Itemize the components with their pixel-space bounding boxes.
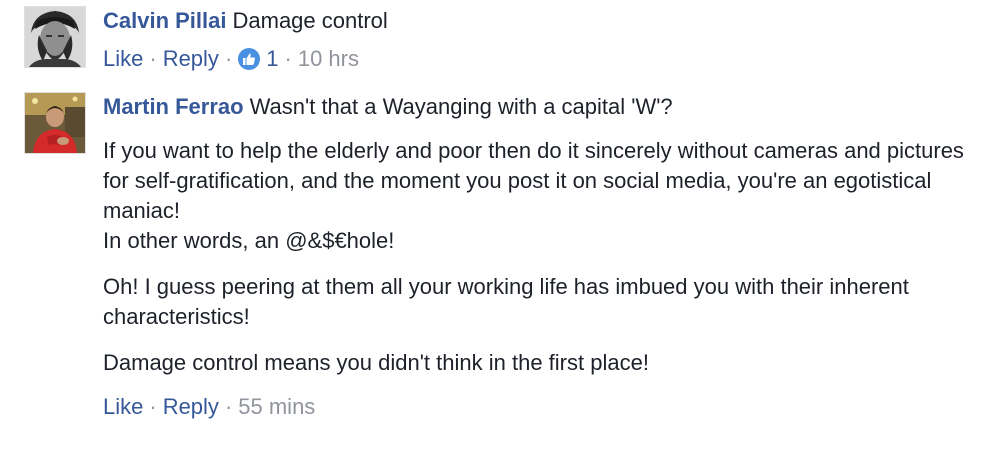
paragraph-text: If you want to help the elderly and poor… — [103, 138, 964, 223]
reaction-count-button[interactable]: 1 — [238, 44, 279, 74]
comment-paragraph: Damage control means you didn't think in… — [103, 350, 649, 375]
paragraph-text: In other words, an @&$€hole! — [103, 228, 395, 253]
avatar[interactable] — [24, 6, 86, 68]
comment-text: Wasn't that a Wayanging with a capital '… — [249, 94, 673, 119]
reaction-count: 1 — [266, 46, 279, 71]
comment-actions: Like · Reply · 1 · 10 hrs — [103, 44, 983, 74]
comment-header: Calvin Pillai Damage control — [103, 6, 983, 36]
author-name-link[interactable]: Martin Ferrao — [103, 94, 244, 119]
comment-text-block: If you want to help the elderly and poor… — [103, 136, 983, 378]
comment-actions: Like · Reply · 55 mins — [103, 392, 983, 422]
author-name-link[interactable]: Calvin Pillai — [103, 8, 227, 33]
avatar-photo-image — [25, 93, 85, 153]
reply-link[interactable]: Reply — [163, 44, 219, 74]
comment: Martin Ferrao Wasn't that a Wayanging wit… — [24, 92, 983, 422]
comment-header: Martin Ferrao Wasn't that a Wayanging wit… — [103, 92, 983, 122]
comment-body: Martin Ferrao Wasn't that a Wayanging wit… — [103, 92, 983, 422]
separator-dot: · — [149, 46, 157, 71]
comment-thread: Calvin Pillai Damage control Like · Reply… — [0, 0, 1000, 454]
comment-body: Calvin Pillai Damage control Like · Reply… — [103, 6, 983, 74]
separator-dot: · — [149, 394, 157, 419]
comment: Calvin Pillai Damage control Like · Reply… — [24, 6, 983, 74]
avatar[interactable] — [24, 92, 86, 154]
reply-link[interactable]: Reply — [163, 392, 219, 422]
like-link[interactable]: Like — [103, 44, 143, 74]
comment-text: Damage control — [232, 8, 388, 33]
thumbs-up-icon — [238, 48, 261, 70]
avatar-portrait-image — [25, 7, 85, 67]
timestamp-link[interactable]: 55 mins — [238, 392, 315, 422]
like-link[interactable]: Like — [103, 392, 143, 422]
separator-dot: · — [224, 394, 233, 419]
comment-paragraph: If you want to help the elderly and poor… — [103, 136, 983, 256]
separator-dot: · — [224, 46, 233, 71]
timestamp-link[interactable]: 10 hrs — [298, 44, 359, 74]
comment-paragraph: Oh! I guess peering at them all your wor… — [103, 274, 909, 329]
separator-dot: · — [284, 46, 292, 71]
